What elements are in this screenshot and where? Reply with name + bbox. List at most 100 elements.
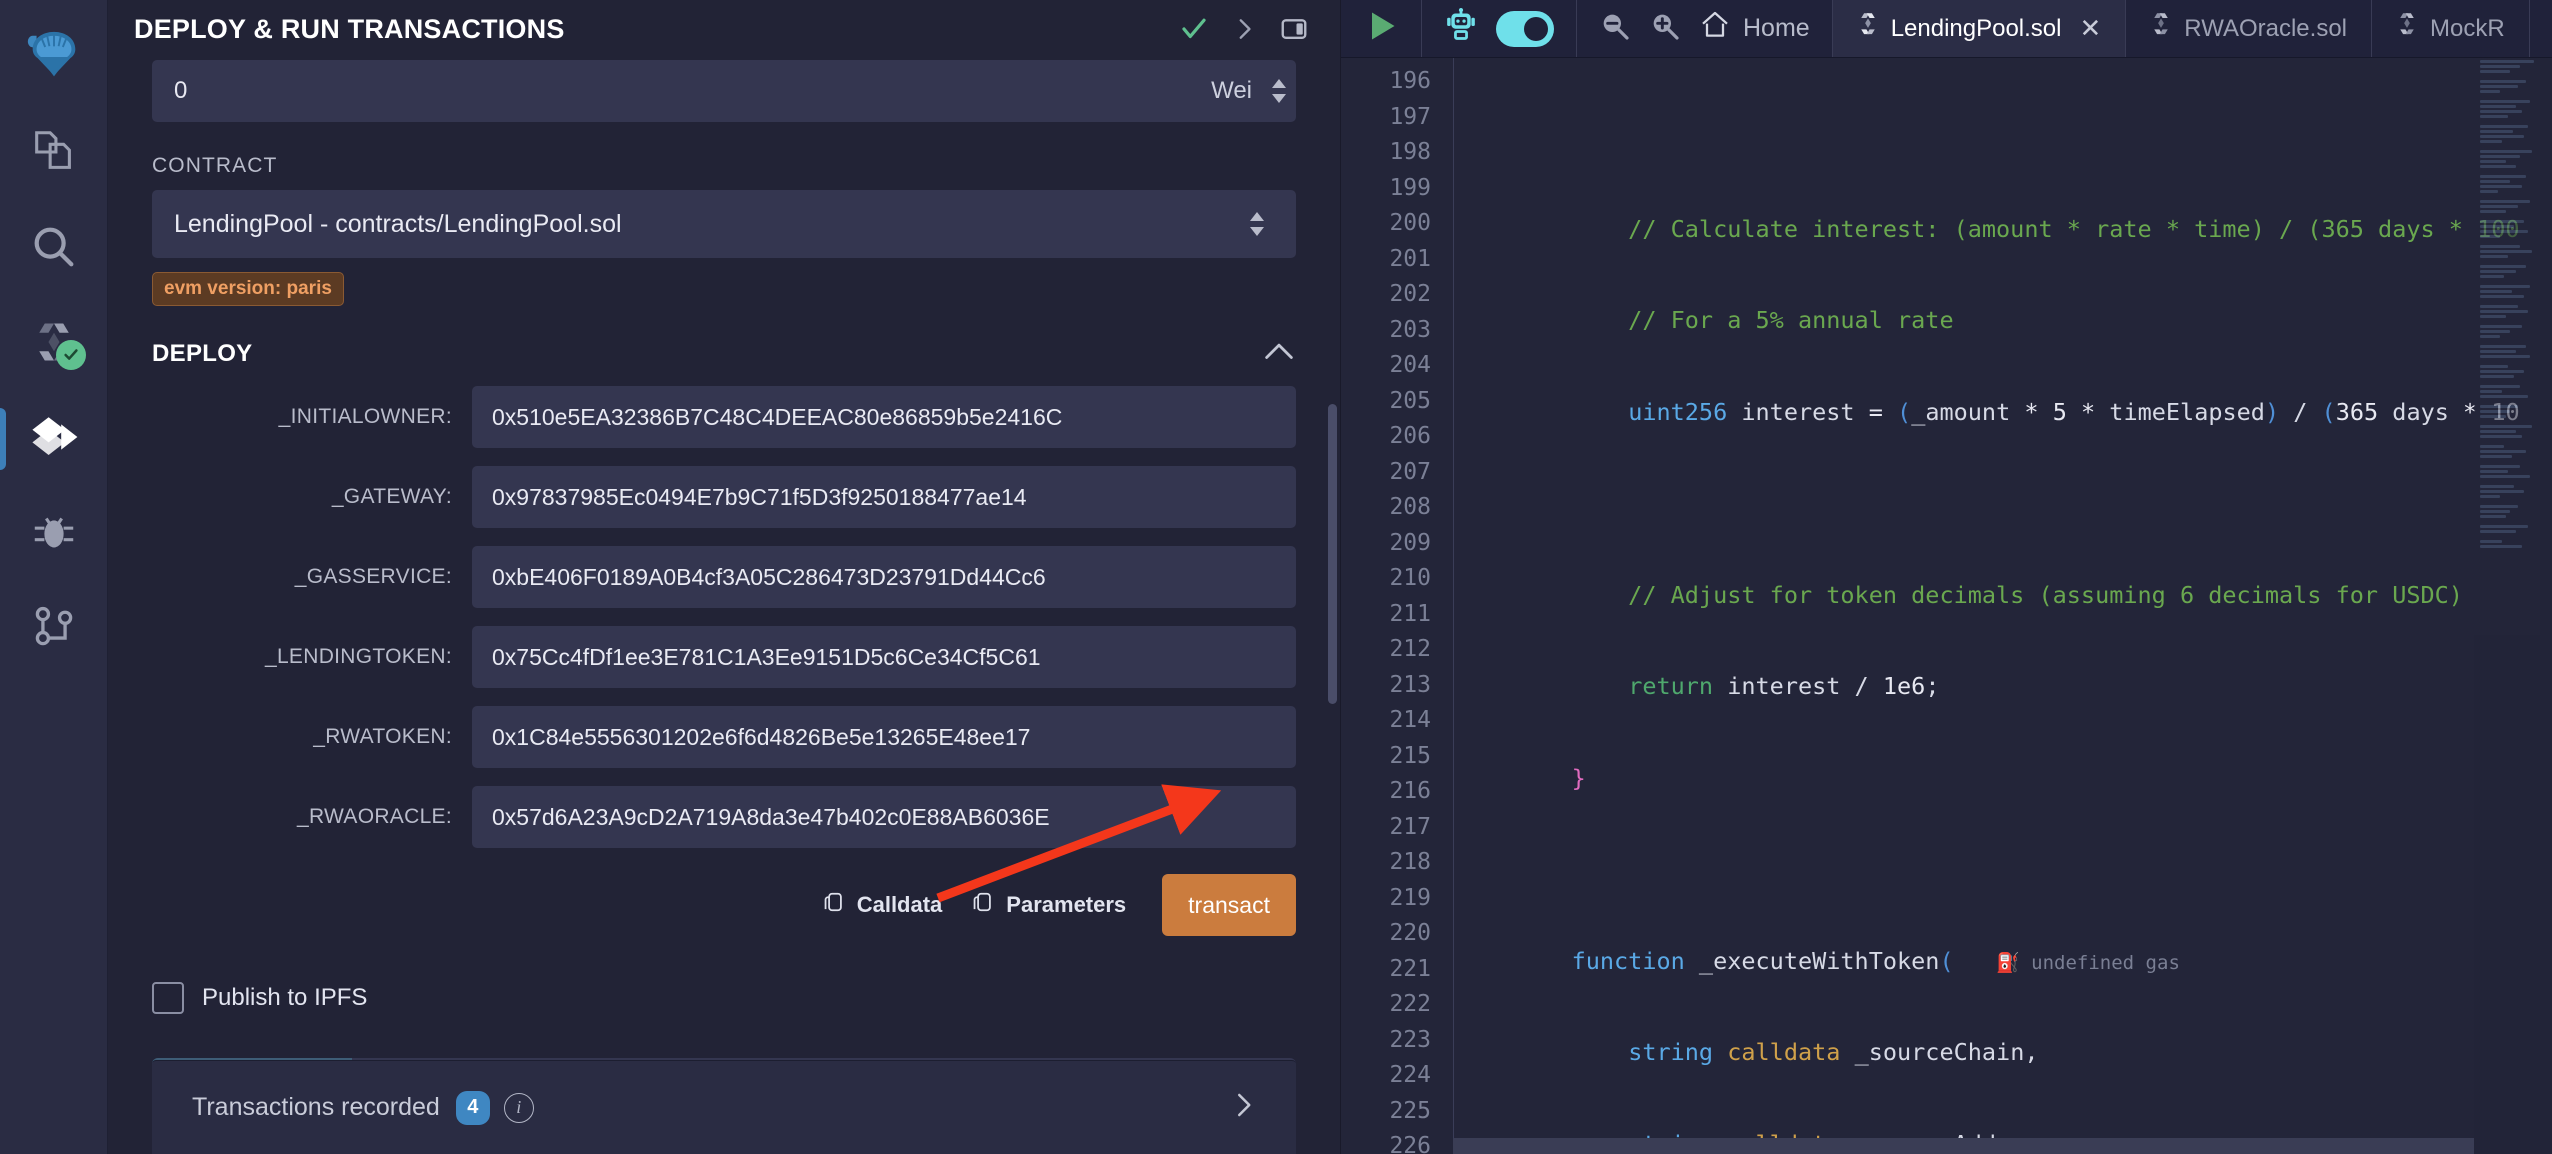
editor-toolbar: Home LendingPool.sol ✕ RWAOracle.sol Moc… [1341,0,2552,58]
field-row: _GATEWAY: 0x97837985Ec0494E7b9C71f5D3f92… [152,466,1296,528]
field-input-lendingtoken[interactable]: 0x75Cc4fDf1ee3E781C1A3Ee9151D5c6Ce34Cf5C… [472,626,1296,688]
value-unit-stepper[interactable] [1262,60,1296,122]
contract-select-stepper[interactable] [1240,193,1274,255]
tab-label: RWAOracle.sol [2184,14,2347,42]
field-row: _GASSERVICE: 0xbE406F0189A0B4cf3A05C2864… [152,546,1296,608]
remix-logo-icon [23,26,85,93]
layout-panel-icon[interactable] [1274,9,1314,49]
code-content[interactable]: // Calculate interest: (amount * rate * … [1515,58,2552,1154]
inline-gas-hint: undefined gas [2031,951,2180,974]
page-title: DEPLOY & RUN TRANSACTIONS [134,13,565,44]
robot-icon[interactable] [1444,8,1478,49]
chevron-up-icon[interactable] [1262,341,1296,368]
line-number: 226 [1389,1133,1431,1154]
home-label: Home [1743,14,1810,42]
line-number: 204 [1389,352,1431,378]
solidity-file-icon [1857,12,1879,45]
chevron-right-icon[interactable] [1224,9,1264,49]
line-number: 217 [1389,813,1431,840]
sidebar-item-debugger[interactable] [0,487,108,582]
line-number: 212 [1389,636,1431,662]
sidebar-item-file-explorer[interactable] [0,107,108,202]
field-label: _RWAORACLE: [296,805,452,828]
line-number: 207 [1389,458,1431,485]
line-number: 201 [1389,245,1431,272]
sidebar-item-git[interactable] [0,582,108,677]
chevron-right-icon[interactable] [1230,1090,1256,1125]
line-number: 211 [1389,600,1431,627]
parameters-button[interactable]: Parameters [968,883,1130,927]
field-label: _RWATOKEN: [313,725,452,748]
field-row: _RWATOKEN: 0x1C84e5556301202e6f6d4826Be5… [152,706,1296,768]
check-icon[interactable] [1174,9,1214,49]
line-number-gutter: 196 197 198 199 200 201 202 203 204 205 … [1341,58,1453,1154]
code-area[interactable]: 196 197 198 199 200 201 202 203 204 205 … [1341,58,2552,1154]
line-number: 200 [1389,210,1431,236]
code-line: return interest / 1e6; [1628,672,1940,700]
calldata-button[interactable]: Calldata [819,883,947,927]
line-number: 220 [1389,920,1431,946]
publish-to-ipfs-label: Publish to IPFS [202,984,368,1011]
current-line-highlight [1453,1138,2474,1154]
info-icon[interactable]: i [503,1092,534,1123]
code-line: // Adjust for token decimals (assuming 6… [1515,580,2463,609]
zoom-in-icon[interactable] [1649,10,1681,47]
sidebar-item-solidity-compiler[interactable] [0,297,108,392]
line-number: 208 [1389,494,1431,520]
sidebar-item-remix-logo[interactable] [0,12,108,107]
deploy-section-header[interactable]: DEPLOY [152,340,1296,368]
ai-toggle[interactable] [1496,10,1554,47]
transact-button[interactable]: transact [1162,874,1296,936]
copy-icon [972,889,996,921]
deploy-actions: Calldata Parameters transact [152,874,1296,936]
compile-success-badge [55,340,86,370]
value-unit[interactable]: Wei [1211,77,1262,105]
transactions-recorded-section[interactable]: Transactions recorded 4 i [152,1060,1296,1154]
value-amount[interactable]: 0 [152,77,1211,105]
field-input-gasservice[interactable]: 0xbE406F0189A0B4cf3A05C286473D23791Dd44C… [472,546,1296,608]
publish-to-ipfs-row[interactable]: Publish to IPFS [152,982,1296,1014]
code-line: uint256 interest = (_amount * 5 * timeEl… [1628,397,2519,426]
line-number: 203 [1389,316,1431,343]
bug-icon [29,507,79,562]
run-group [1341,0,1422,57]
play-icon[interactable] [1363,8,1399,49]
line-number: 205 [1389,387,1431,414]
tab-rwaoracle-sol[interactable]: RWAOracle.sol [2126,0,2372,57]
left-panel-scrollbar[interactable] [1328,404,1337,704]
deploy-run-panel: DEPLOY & RUN TRANSACTIONS 0 Wei CONTRACT… [108,0,1341,1154]
sidebar-item-deploy-run[interactable] [0,392,108,487]
field-label: _GATEWAY: [331,485,452,508]
code-line: // For a 5% annual rate [1515,306,1954,334]
sidebar-item-search[interactable] [0,202,108,297]
tab-lendingpool-sol[interactable]: LendingPool.sol ✕ [1832,0,2127,57]
line-number: 209 [1389,529,1431,556]
line-number: 199 [1389,174,1431,201]
home-button[interactable]: Home [1699,10,1810,47]
publish-to-ipfs-checkbox[interactable] [152,982,184,1014]
field-label: _INITIALOWNER: [278,405,452,428]
close-icon[interactable]: ✕ [2080,13,2102,44]
contract-select[interactable]: LendingPool - contracts/LendingPool.sol [152,190,1296,258]
transactions-recorded-count: 4 [455,1090,490,1125]
field-input-rwatoken[interactable]: 0x1C84e5556301202e6f6d4826Be5e13265E48ee… [472,706,1296,768]
panel-body: 0 Wei CONTRACT LendingPool - contracts/L… [108,60,1340,1130]
field-input-gateway[interactable]: 0x97837985Ec0494E7b9C71f5D3f9250188477ae… [472,466,1296,528]
editor-minimap[interactable] [2474,58,2552,1154]
tab-mockr[interactable]: MockR [2372,0,2530,57]
code-line: function _executeWithToken( ⛽ undefined … [1571,946,2180,975]
zoom-out-icon[interactable] [1599,10,1631,47]
code-line: // Calculate interest: (amount * rate * … [1515,214,2520,243]
line-number: 224 [1389,1062,1431,1088]
line-number: 225 [1389,1097,1431,1124]
value-field[interactable]: 0 Wei [152,60,1296,122]
copy-icon [823,889,847,921]
search-icon [29,222,79,277]
line-number: 222 [1389,991,1431,1017]
field-input-initialowner[interactable]: 0x510e5EA32386B7C48C4DEEAC80e86859b5e241… [472,386,1296,448]
line-number: 214 [1389,707,1431,733]
field-input-rwaoracle[interactable]: 0x57d6A23A9cD2A719A8da3e47b402c0E88AB603… [472,786,1296,848]
line-number: 196 [1389,68,1431,94]
